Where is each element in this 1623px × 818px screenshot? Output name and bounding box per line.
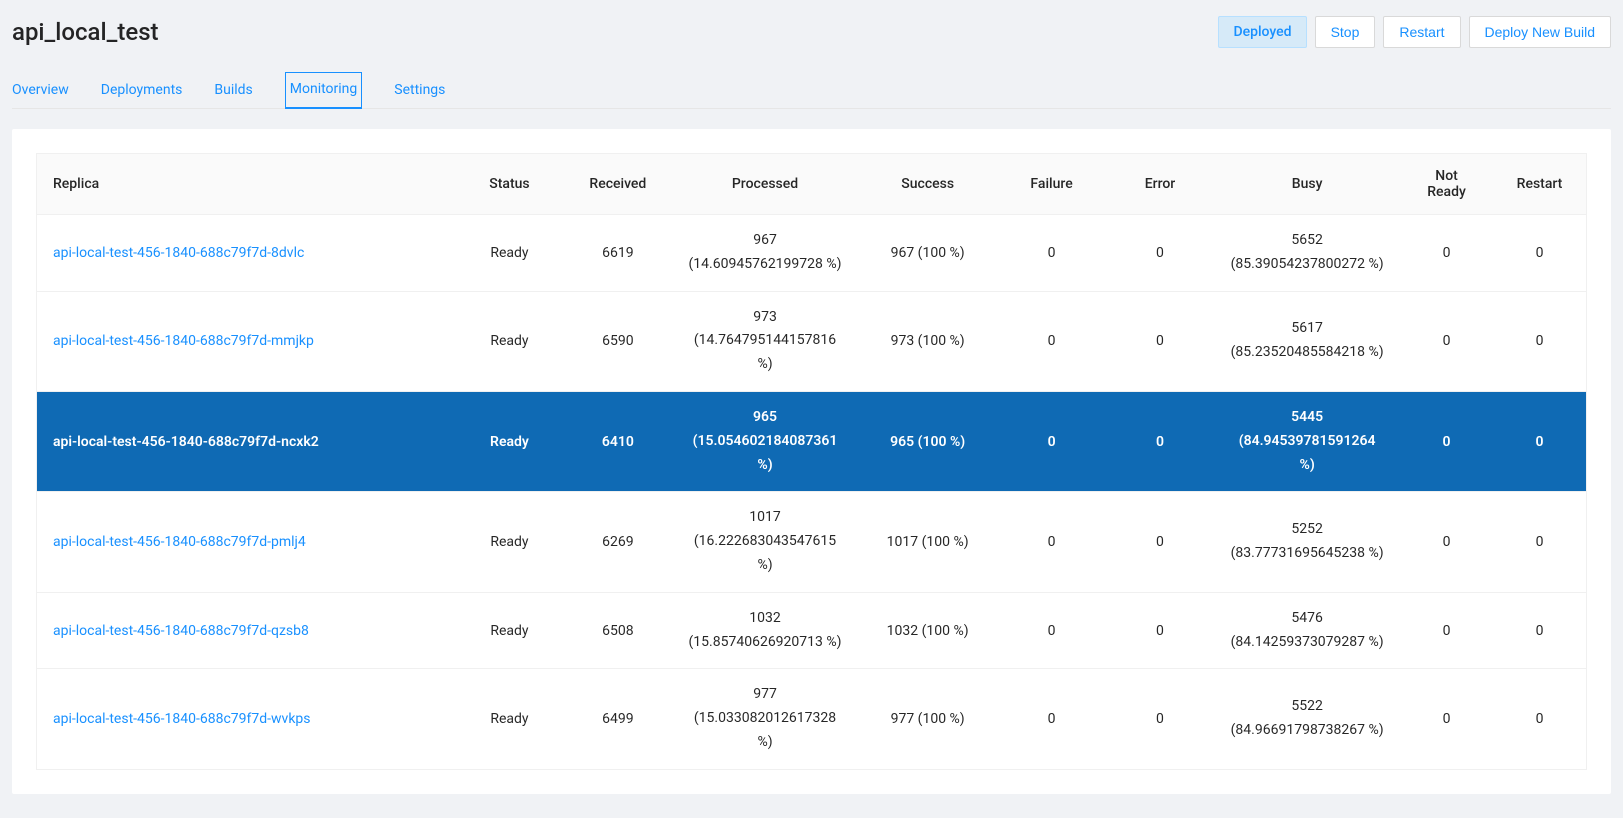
col-replica[interactable]: Replica — [37, 154, 455, 215]
cell-notready: 0 — [1400, 392, 1493, 492]
cell-success: 967 (100 %) — [858, 215, 997, 292]
table-row[interactable]: api-local-test-456-1840-688c79f7d-mmjkp R… — [37, 292, 1586, 392]
replica-link[interactable]: api-local-test-456-1840-688c79f7d-ncxk2 — [53, 434, 319, 450]
col-error[interactable]: Error — [1106, 154, 1214, 215]
cell-replica: api-local-test-456-1840-688c79f7d-8dvlc — [37, 215, 455, 292]
col-busy[interactable]: Busy — [1214, 154, 1400, 215]
cell-received: 6590 — [564, 292, 672, 392]
cell-status: Ready — [455, 593, 563, 670]
cell-busy: 5522 (84.96691798738267 %) — [1214, 669, 1400, 768]
cell-restart: 0 — [1493, 593, 1586, 670]
replica-link[interactable]: api-local-test-456-1840-688c79f7d-qzsb8 — [53, 623, 309, 639]
cell-error: 0 — [1106, 392, 1214, 492]
cell-received: 6410 — [564, 392, 672, 492]
cell-failure: 0 — [997, 392, 1105, 492]
cell-status: Ready — [455, 215, 563, 292]
col-status[interactable]: Status — [455, 154, 563, 215]
table-row[interactable]: api-local-test-456-1840-688c79f7d-8dvlc R… — [37, 215, 1586, 292]
cell-processed: 965 (15.054602184087361 %) — [672, 392, 858, 492]
cell-success: 977 (100 %) — [858, 669, 997, 768]
cell-replica: api-local-test-456-1840-688c79f7d-pmlj4 — [37, 492, 455, 592]
tab-deployments[interactable]: Deployments — [101, 72, 183, 108]
cell-success: 973 (100 %) — [858, 292, 997, 392]
replica-link[interactable]: api-local-test-456-1840-688c79f7d-wvkps — [53, 711, 311, 727]
cell-notready: 0 — [1400, 215, 1493, 292]
cell-restart: 0 — [1493, 292, 1586, 392]
col-restart[interactable]: Restart — [1493, 154, 1586, 215]
cell-busy: 5652 (85.39054237800272 %) — [1214, 215, 1400, 292]
cell-failure: 0 — [997, 669, 1105, 768]
col-success[interactable]: Success — [858, 154, 997, 215]
cell-failure: 0 — [997, 292, 1105, 392]
restart-button[interactable]: Restart — [1383, 16, 1460, 48]
col-notready[interactable]: Not Ready — [1400, 154, 1493, 215]
cell-received: 6508 — [564, 593, 672, 670]
cell-busy: 5252 (83.77731695645238 %) — [1214, 492, 1400, 592]
cell-status: Ready — [455, 392, 563, 492]
cell-notready: 0 — [1400, 669, 1493, 768]
replica-table: Replica Status Received Processed Succes… — [36, 153, 1587, 770]
cell-failure: 0 — [997, 593, 1105, 670]
cell-restart: 0 — [1493, 215, 1586, 292]
cell-received: 6499 — [564, 669, 672, 768]
cell-restart: 0 — [1493, 669, 1586, 768]
cell-status: Ready — [455, 292, 563, 392]
tab-settings[interactable]: Settings — [394, 72, 445, 108]
col-received[interactable]: Received — [564, 154, 672, 215]
replica-link[interactable]: api-local-test-456-1840-688c79f7d-mmjkp — [53, 333, 314, 349]
content-card: Replica Status Received Processed Succes… — [12, 129, 1611, 794]
col-processed[interactable]: Processed — [672, 154, 858, 215]
header-actions: Deployed Stop Restart Deploy New Build — [1218, 16, 1611, 48]
page-title: api_local_test — [12, 18, 159, 46]
cell-error: 0 — [1106, 669, 1214, 768]
col-failure[interactable]: Failure — [997, 154, 1105, 215]
tab-overview[interactable]: Overview — [12, 72, 69, 108]
table-row[interactable]: api-local-test-456-1840-688c79f7d-ncxk2 R… — [37, 392, 1586, 492]
cell-error: 0 — [1106, 593, 1214, 670]
replica-link[interactable]: api-local-test-456-1840-688c79f7d-8dvlc — [53, 245, 304, 261]
status-badge: Deployed — [1218, 16, 1306, 48]
tabs: Overview Deployments Builds Monitoring Setti… — [12, 72, 1611, 109]
deploy-new-build-button[interactable]: Deploy New Build — [1469, 16, 1612, 48]
cell-processed: 973 (14.764795144157816 %) — [672, 292, 858, 392]
cell-failure: 0 — [997, 492, 1105, 592]
tab-monitoring[interactable]: Monitoring — [285, 72, 363, 109]
cell-success: 1032 (100 %) — [858, 593, 997, 670]
table-row[interactable]: api-local-test-456-1840-688c79f7d-pmlj4 R… — [37, 492, 1586, 592]
cell-notready: 0 — [1400, 593, 1493, 670]
cell-processed: 977 (15.033082012617328 %) — [672, 669, 858, 768]
table-row[interactable]: api-local-test-456-1840-688c79f7d-qzsb8 R… — [37, 593, 1586, 670]
replica-link[interactable]: api-local-test-456-1840-688c79f7d-pmlj4 — [53, 534, 306, 550]
cell-error: 0 — [1106, 492, 1214, 592]
cell-failure: 0 — [997, 215, 1105, 292]
cell-restart: 0 — [1493, 392, 1586, 492]
table-row[interactable]: api-local-test-456-1840-688c79f7d-wvkps R… — [37, 669, 1586, 768]
cell-notready: 0 — [1400, 492, 1493, 592]
cell-success: 965 (100 %) — [858, 392, 997, 492]
cell-error: 0 — [1106, 292, 1214, 392]
stop-button[interactable]: Stop — [1315, 16, 1376, 48]
cell-processed: 1032 (15.85740626920713 %) — [672, 593, 858, 670]
cell-success: 1017 (100 %) — [858, 492, 997, 592]
cell-error: 0 — [1106, 215, 1214, 292]
tab-builds[interactable]: Builds — [214, 72, 252, 108]
cell-replica: api-local-test-456-1840-688c79f7d-ncxk2 — [37, 392, 455, 492]
table-header-row: Replica Status Received Processed Succes… — [37, 154, 1586, 215]
cell-replica: api-local-test-456-1840-688c79f7d-qzsb8 — [37, 593, 455, 670]
cell-busy: 5445 (84.94539781591264 %) — [1214, 392, 1400, 492]
cell-status: Ready — [455, 492, 563, 592]
cell-processed: 1017 (16.222683043547615 %) — [672, 492, 858, 592]
cell-restart: 0 — [1493, 492, 1586, 592]
page-header: api_local_test Deployed Stop Restart Dep… — [12, 12, 1611, 48]
cell-replica: api-local-test-456-1840-688c79f7d-mmjkp — [37, 292, 455, 392]
cell-busy: 5617 (85.23520485584218 %) — [1214, 292, 1400, 392]
cell-notready: 0 — [1400, 292, 1493, 392]
cell-busy: 5476 (84.14259373079287 %) — [1214, 593, 1400, 670]
cell-replica: api-local-test-456-1840-688c79f7d-wvkps — [37, 669, 455, 768]
cell-received: 6269 — [564, 492, 672, 592]
cell-received: 6619 — [564, 215, 672, 292]
cell-status: Ready — [455, 669, 563, 768]
cell-processed: 967 (14.60945762199728 %) — [672, 215, 858, 292]
